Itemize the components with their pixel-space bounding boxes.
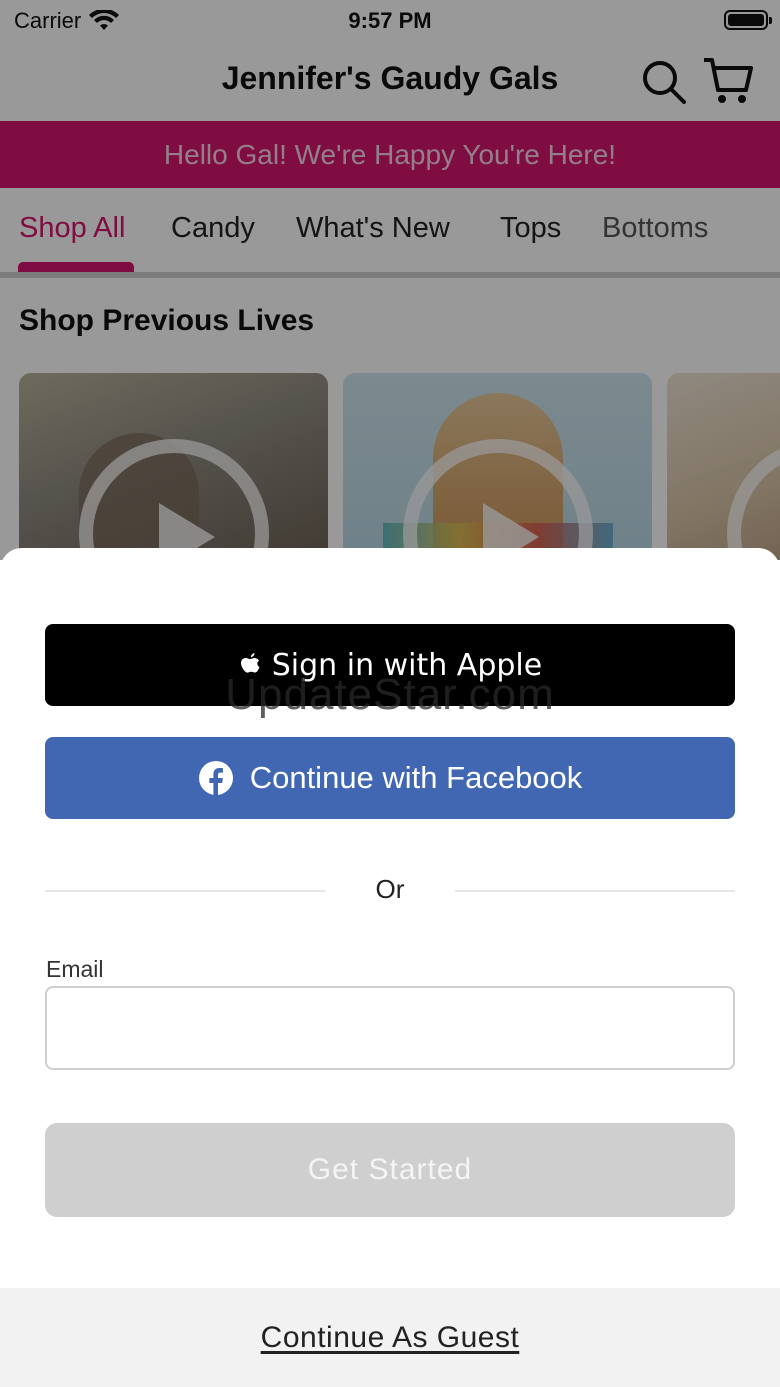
background-page: Carrier 9:57 PM Jennifer's Gaudy Gals He… [0,0,780,560]
email-field[interactable] [45,986,735,1070]
email-label: Email [46,956,104,982]
or-divider: Or [45,874,735,908]
facebook-button-label: Continue with Facebook [249,760,583,795]
sign-in-with-apple-button[interactable]: Sign in with Apple [45,624,735,706]
modal-backdrop[interactable] [0,0,780,560]
continue-as-guest-link[interactable]: Continue As Guest [261,1321,520,1355]
get-started-button[interactable]: Get Started [45,1123,735,1217]
facebook-icon [198,761,233,796]
continue-with-facebook-button[interactable]: Continue with Facebook [45,737,735,819]
guest-bar: Continue As Guest [0,1288,780,1387]
sign-in-sheet: Sign in with Apple UpdateStar.com Contin… [0,548,780,1387]
apple-icon [240,653,260,673]
divider-line-right [455,890,735,892]
apple-button-label: Sign in with Apple [271,647,543,683]
